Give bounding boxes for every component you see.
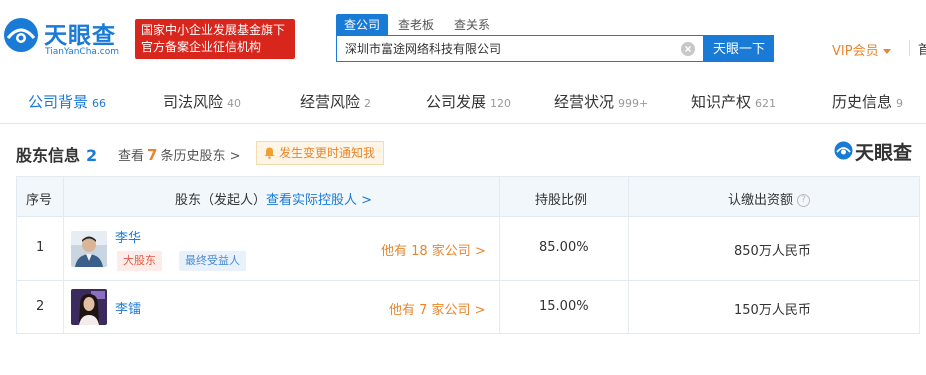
tab-search-company[interactable]: 查公司 (336, 14, 389, 36)
header-divider (909, 40, 910, 56)
tab-count: 2 (364, 97, 372, 110)
header-index: 序号 (26, 193, 53, 208)
subscribed-capital: 150万人民币 (734, 303, 811, 318)
search-box (336, 35, 704, 62)
view-controller-link[interactable]: 查看实际控股人 > (266, 193, 372, 208)
person-photo-icon (71, 289, 107, 325)
major-shareholder-tag: 大股东 (117, 251, 162, 271)
company-nav: 公司背景 66 司法风险 40 经营风险 2 公司发展 120 经营状况 999+ 知识产… (0, 78, 926, 124)
history-count: 7 (147, 146, 158, 164)
subscribed-capital: 850万人民币 (734, 244, 811, 259)
vip-menu[interactable]: VIP会员 (832, 40, 891, 59)
tab-judicial-risk[interactable]: 司法风险 40 (163, 91, 241, 112)
share-ratio: 15.00% (539, 299, 589, 314)
logo-eye-icon (834, 141, 853, 160)
column-divider (63, 177, 64, 333)
tab-label: 历史信息 (832, 93, 893, 111)
header-ratio: 持股比例 (535, 193, 588, 208)
history-suffix: 条历史股东 > (160, 149, 241, 164)
history-shareholders-link[interactable]: 查看 7 条历史股东 > (118, 145, 240, 164)
header-capital-label: 认缴出资额 (728, 193, 794, 208)
header-capital: 认缴出资额? (728, 189, 811, 208)
related-companies-link[interactable]: 他有 7 家公司 > (389, 299, 486, 318)
tab-operation-risk[interactable]: 经营风险 2 (300, 91, 371, 112)
search-input[interactable] (337, 36, 677, 61)
top-header: 天眼查 TianYanCha.com 国家中小企业发展基金旗下 官方备案企业征信… (0, 0, 926, 74)
tab-count: 40 (227, 97, 242, 110)
tab-count: 9 (896, 97, 904, 110)
shareholder-table: 序号 股东（发起人）查看实际控股人 > 持股比例 认缴出资额? 1 李华 大股东… (16, 176, 920, 334)
tab-label: 司法风险 (163, 93, 224, 111)
tab-count: 621 (755, 97, 777, 110)
tab-search-boss[interactable]: 查老板 (398, 14, 434, 36)
beneficiary-tag: 最终受益人 (179, 251, 246, 271)
vip-label: VIP会员 (832, 44, 879, 59)
tab-label: 经营状况 (554, 93, 615, 111)
logo-text: 天眼查 (44, 23, 116, 49)
share-ratio: 85.00% (539, 240, 589, 255)
logo-eye-icon (4, 18, 38, 52)
tab-operating-status[interactable]: 经营状况 999+ (554, 91, 648, 112)
tab-intellectual-property[interactable]: 知识产权 621 (691, 91, 776, 112)
logo-domain: TianYanCha.com (45, 47, 120, 57)
tab-count: 120 (490, 97, 512, 110)
search-button[interactable]: 天眼一下 (704, 35, 774, 62)
related-companies-link[interactable]: 他有 18 家公司 > (381, 240, 486, 259)
tab-company-development[interactable]: 公司发展 120 (426, 91, 511, 112)
tab-label: 经营风险 (300, 93, 361, 111)
section-title: 股东信息 2 (16, 142, 97, 166)
row-index: 2 (36, 299, 45, 314)
history-prefix: 查看 (118, 149, 145, 164)
tianyancha-logo[interactable]: 天眼查 TianYanCha.com (0, 14, 130, 62)
chevron-down-icon (882, 49, 891, 54)
bell-icon (264, 147, 275, 159)
watermark-text: 天眼查 (855, 142, 913, 164)
shareholder-name-link[interactable]: 李镭 (115, 298, 141, 317)
help-icon[interactable]: ? (797, 194, 811, 207)
section-count: 2 (86, 146, 98, 165)
tab-label: 公司背景 (28, 93, 89, 111)
row-index: 1 (36, 240, 45, 255)
tab-label: 公司发展 (426, 93, 487, 111)
table-header-row: 序号 股东（发起人）查看实际控股人 > 持股比例 认缴出资额? (17, 177, 919, 217)
tab-company-background[interactable]: 公司背景 66 (28, 91, 106, 112)
banner-line-1: 国家中小企业发展基金旗下 (141, 23, 286, 37)
tab-history-info[interactable]: 历史信息 9 (832, 91, 903, 112)
avatar[interactable] (71, 289, 107, 325)
official-banner: 国家中小企业发展基金旗下 官方备案企业征信机构 (135, 19, 295, 59)
section-title-label: 股东信息 (16, 146, 81, 165)
shareholder-name-link[interactable]: 李华 (115, 227, 141, 246)
notify-label: 发生变更时通知我 (279, 146, 376, 160)
watermark-logo: 天眼查 (834, 138, 918, 164)
tab-label: 知识产权 (691, 93, 752, 111)
table-row: 2 李镭 他有 7 家公司 > 15.00% 150万人民币 (17, 281, 919, 333)
tab-search-relation[interactable]: 查关系 (454, 14, 490, 36)
column-divider (499, 177, 500, 333)
tab-count: 66 (92, 97, 107, 110)
column-divider (628, 177, 629, 333)
header-shareholder-label: 股东（发起人） (175, 193, 267, 208)
table-row: 1 李华 大股东 最终受益人 他有 18 家公司 > 85.00% 850万人民… (17, 217, 919, 281)
avatar[interactable] (71, 231, 107, 267)
notify-on-change-button[interactable]: 发生变更时通知我 (256, 141, 384, 165)
tab-count: 999+ (618, 97, 649, 110)
header-home-link[interactable]: 首 (918, 39, 926, 58)
person-photo-icon (71, 231, 107, 267)
header-shareholder: 股东（发起人）查看实际控股人 > (175, 189, 372, 208)
banner-line-2: 官方备案企业征信机构 (141, 40, 262, 54)
clear-icon[interactable] (681, 42, 695, 56)
